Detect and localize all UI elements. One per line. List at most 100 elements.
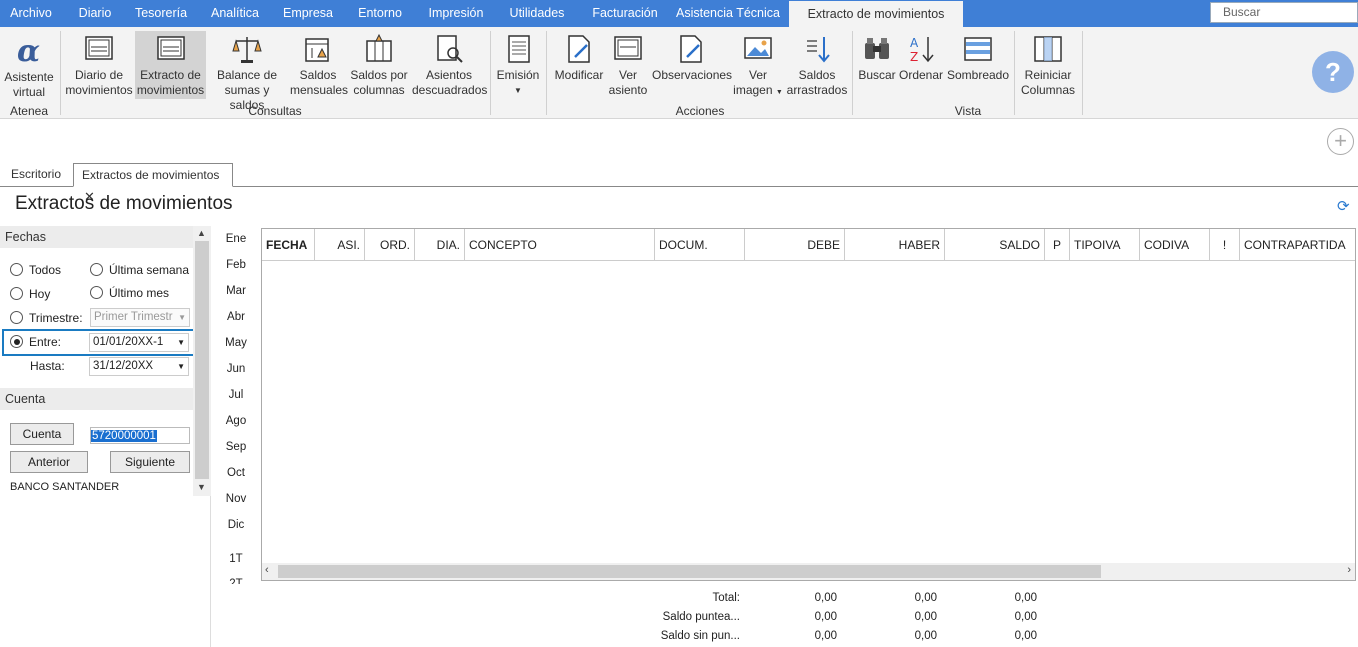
month-sep[interactable]: Sep [212, 441, 260, 453]
balance-sumas-button[interactable]: Balance de sumas y saldos [208, 31, 286, 112]
entre-date-field[interactable]: 01/01/20XX-1 ▼ [89, 333, 189, 352]
month-oct[interactable]: Oct [212, 467, 260, 479]
edit-document-icon [568, 35, 590, 63]
saldos-columnas-button[interactable]: Saldos por columnas [348, 31, 410, 99]
menu-asistencia[interactable]: Asistencia Técnica [674, 0, 782, 27]
chevron-down-icon[interactable]: ▼ [197, 482, 206, 492]
column-ord[interactable]: ORD. [365, 229, 415, 261]
menu-entorno[interactable]: Entorno [350, 0, 410, 27]
refresh-icon[interactable]: ⟳ [1337, 197, 1350, 215]
separator [1014, 31, 1015, 115]
chevron-up-icon[interactable]: ▲ [197, 228, 206, 238]
saldos-arrastrados-button[interactable]: Saldos arrastrados [786, 31, 848, 99]
column-tipoiva[interactable]: TIPOIVA [1070, 229, 1140, 261]
month-mar[interactable]: Mar [212, 285, 260, 297]
group-acciones-label: Acciones [675, 104, 725, 118]
ver-asiento-button[interactable]: Ver asiento [608, 31, 648, 99]
quarter-2t[interactable]: 2T [212, 578, 260, 584]
asientos-label-1: Asientos [425, 68, 473, 82]
column-alert[interactable]: ! [1210, 229, 1240, 261]
month-ago[interactable]: Ago [212, 415, 260, 427]
buscar-button[interactable]: Buscar [858, 31, 896, 99]
sort-down-icon [807, 37, 830, 63]
sinpun-saldo: 0,00 [1014, 630, 1037, 642]
column-dia[interactable]: DIA. [415, 229, 465, 261]
column-haber[interactable]: HABER [845, 229, 945, 261]
diario-movimientos-button[interactable]: Diario de movimientos [64, 31, 134, 99]
svg-text:A: A [910, 36, 919, 50]
tab-extractos[interactable]: Extractos de movimientos ✕ [73, 163, 233, 204]
chevron-down-icon[interactable]: ▼ [177, 358, 185, 375]
radio-todos[interactable]: Todos [10, 263, 61, 277]
extracto-movimientos-button[interactable]: Extracto de movimientos [135, 31, 206, 99]
menu-empresa[interactable]: Empresa [276, 0, 340, 27]
sombreado-button[interactable]: Sombreado [946, 31, 1010, 99]
emision-button[interactable]: Emisión ▼ [494, 31, 542, 99]
sinpun-haber: 0,00 [914, 630, 937, 642]
month-dic[interactable]: Dic [212, 519, 260, 531]
radio-entre[interactable]: Entre: [10, 335, 61, 349]
column-saldo[interactable]: SALDO [945, 229, 1045, 261]
column-contrapartida[interactable]: CONTRAPARTIDA [1240, 229, 1355, 261]
chevron-left-icon[interactable]: ‹ [265, 564, 269, 576]
svg-text:Z: Z [910, 50, 918, 64]
menu-tesoreria[interactable]: Tesorería [128, 0, 194, 27]
month-nov[interactable]: Nov [212, 493, 260, 505]
hasta-date-field[interactable]: 31/12/20XX ▼ [89, 357, 189, 376]
month-ene[interactable]: Ene [212, 233, 260, 245]
asistente-label: Asistente [4, 70, 54, 84]
panel-scrollbar[interactable]: ▲ ▼ [193, 226, 211, 496]
saldos-mensuales-button[interactable]: Saldos mensuales [290, 31, 348, 99]
asientos-descuadrados-button[interactable]: Asientos descuadrados [412, 31, 487, 99]
add-tab-icon[interactable]: + [1327, 128, 1354, 155]
column-fecha[interactable]: FECHA [262, 229, 315, 261]
month-abr[interactable]: Abr [212, 311, 260, 323]
radio-trimestre[interactable]: Trimestre: [10, 311, 83, 325]
cuenta-button[interactable]: Cuenta [10, 423, 74, 445]
column-concepto[interactable]: CONCEPTO [465, 229, 655, 261]
modificar-button[interactable]: Modificar [552, 31, 606, 99]
filter-panel: Fechas Todos Última semana Hoy Último me… [0, 226, 211, 647]
grid-hscrollbar[interactable]: ‹ › [262, 563, 1355, 580]
saldos-label-1: Saldos [299, 68, 337, 82]
column-asi[interactable]: ASI. [315, 229, 365, 261]
month-may[interactable]: May [212, 337, 260, 349]
tab-escritorio[interactable]: Escritorio [3, 163, 69, 187]
siguiente-button[interactable]: Siguiente [110, 451, 190, 473]
cuenta-input[interactable]: 5720000001 [90, 427, 190, 444]
menu-impresion[interactable]: Impresión [420, 0, 492, 27]
anterior-button[interactable]: Anterior [10, 451, 88, 473]
movements-grid: FECHA ASI. ORD. DIA. CONCEPTO DOCUM. DEB… [261, 228, 1356, 581]
menu-extracto-active[interactable]: Extracto de movimientos [789, 0, 963, 27]
month-jul[interactable]: Jul [212, 389, 260, 401]
scrollbar-thumb[interactable] [195, 241, 209, 479]
radio-hoy[interactable]: Hoy [10, 287, 50, 301]
radio-ultima-semana[interactable]: Última semana [90, 263, 189, 277]
column-debe[interactable]: DEBE [745, 229, 845, 261]
radio-ultimo-mes[interactable]: Último mes [90, 286, 169, 300]
trimestre-select[interactable]: Primer Trimestr ▼ [90, 308, 190, 327]
column-p[interactable]: P [1045, 229, 1070, 261]
chevron-right-icon[interactable]: › [1347, 564, 1351, 576]
reiniciar-columnas-button[interactable]: Reiniciar Columnas [1018, 31, 1078, 99]
ver-imagen-button[interactable]: Ver imagen ▼ [732, 31, 784, 99]
arrastrados-label-2: arrastrados [786, 83, 848, 97]
asistente-virtual-button[interactable]: α Asistente virtual [2, 31, 56, 99]
search-input[interactable]: Buscar [1210, 2, 1358, 23]
quarter-1t[interactable]: 1T [212, 553, 260, 565]
column-docum[interactable]: DOCUM. [655, 229, 745, 261]
menu-analitica[interactable]: Analítica [202, 0, 268, 27]
chevron-down-icon[interactable]: ▼ [177, 334, 185, 351]
menu-diario[interactable]: Diario [68, 0, 122, 27]
menu-facturacion[interactable]: Facturación [582, 0, 668, 27]
month-jun[interactable]: Jun [212, 363, 260, 375]
month-feb[interactable]: Feb [212, 259, 260, 271]
help-icon[interactable]: ? [1312, 51, 1354, 93]
radio-circle [10, 287, 23, 300]
hscroll-thumb[interactable] [278, 565, 1101, 578]
observaciones-button[interactable]: Observaciones [652, 31, 732, 99]
menu-utilidades[interactable]: Utilidades [502, 0, 572, 27]
column-codiva[interactable]: CODIVA [1140, 229, 1210, 261]
ordenar-button[interactable]: AZ Ordenar [898, 31, 944, 99]
menu-archivo[interactable]: Archivo [0, 0, 62, 27]
